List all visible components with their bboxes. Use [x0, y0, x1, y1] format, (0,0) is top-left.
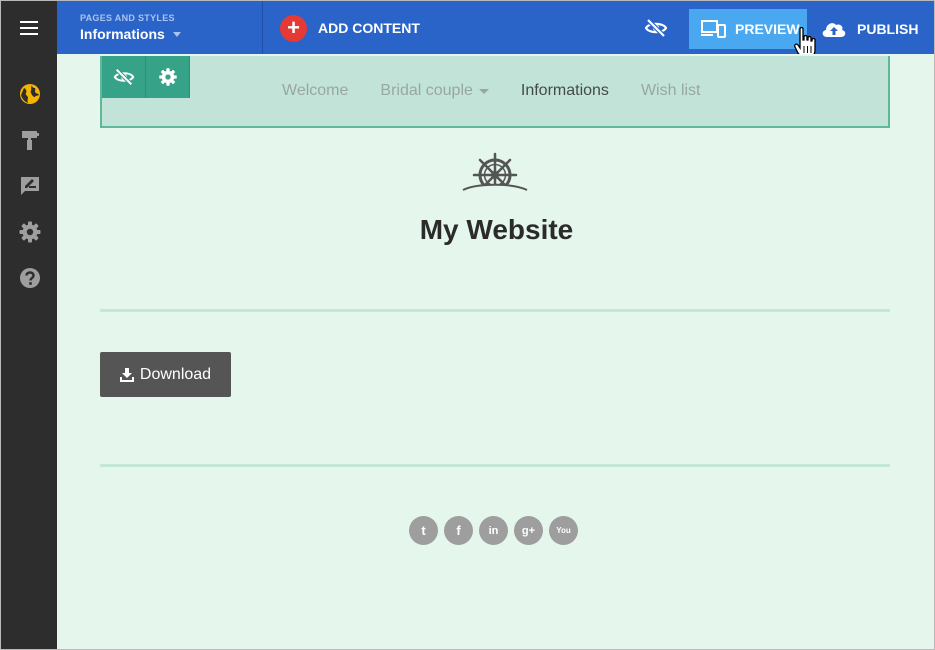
gear-icon	[158, 68, 177, 86]
eye-off-icon	[113, 68, 134, 86]
site-title[interactable]: My Website	[57, 214, 934, 246]
globe-icon[interactable]	[18, 82, 42, 106]
pages-and-styles-dropdown[interactable]: PAGES AND STYLES Informations	[57, 1, 263, 54]
top-bar: PAGES AND STYLES Informations + ADD CONT…	[1, 1, 934, 59]
navigation-tools	[102, 56, 190, 98]
google-plus-icon[interactable]: g+	[514, 516, 543, 545]
social-links: t f in g+ You	[409, 516, 578, 545]
devices-icon	[701, 20, 726, 38]
nav-link-wish-list[interactable]: Wish list	[641, 82, 701, 100]
youtube-icon[interactable]: You	[549, 516, 578, 545]
divider	[100, 309, 890, 312]
plus-icon: +	[280, 14, 307, 42]
cloud-upload-icon	[822, 23, 846, 37]
edit-note-icon[interactable]	[18, 174, 42, 198]
download-icon	[119, 367, 134, 382]
preview-button[interactable]: PREVIEW	[689, 9, 807, 49]
add-content-label: ADD CONTENT	[318, 20, 420, 36]
download-label: Download	[139, 365, 212, 383]
add-content-button[interactable]: + ADD CONTENT	[280, 14, 420, 42]
nav-link-label: Wish list	[640, 82, 701, 99]
app-window: PAGES AND STYLES Informations + ADD CONT…	[0, 0, 935, 650]
publish-label: PUBLISH	[857, 21, 919, 37]
publish-button[interactable]: PUBLISH	[821, 15, 918, 43]
help-icon[interactable]	[18, 266, 42, 290]
website-canvas: Welcome Bridal couple Informations Wish …	[57, 54, 934, 649]
divider	[100, 464, 890, 467]
twitter-icon[interactable]: t	[409, 516, 438, 545]
facebook-icon[interactable]: f	[444, 516, 473, 545]
pages-and-styles-label: PAGES AND STYLES	[80, 13, 175, 23]
linkedin-icon[interactable]: in	[479, 516, 508, 545]
nav-link-label: Welcome	[282, 82, 349, 99]
section-settings-button[interactable]	[146, 56, 190, 98]
nav-link-informations[interactable]: Informations	[521, 82, 609, 100]
sidebar	[1, 54, 57, 649]
nav-link-label: Bridal couple	[380, 82, 473, 99]
hamburger-menu-icon	[20, 20, 38, 35]
download-button[interactable]: Download	[100, 352, 231, 397]
ship-wheel-icon	[462, 152, 528, 204]
chevron-down-icon	[172, 31, 181, 37]
nav-link-welcome[interactable]: Welcome	[282, 82, 348, 100]
chevron-down-icon	[478, 88, 489, 94]
site-navigation: Welcome Bridal couple Informations Wish …	[100, 56, 890, 128]
hide-section-button[interactable]	[102, 56, 146, 98]
nav-link-label: Informations	[520, 82, 609, 99]
nav-link-bridal-couple[interactable]: Bridal couple	[380, 82, 489, 100]
current-page-name: Informations	[80, 26, 165, 42]
menu-button[interactable]	[1, 1, 57, 54]
gear-icon[interactable]	[18, 220, 42, 244]
paint-roller-icon[interactable]	[18, 128, 42, 152]
eye-off-icon[interactable]	[644, 16, 668, 40]
preview-label: PREVIEW	[735, 21, 800, 37]
nav-links: Welcome Bridal couple Informations Wish …	[282, 82, 701, 100]
